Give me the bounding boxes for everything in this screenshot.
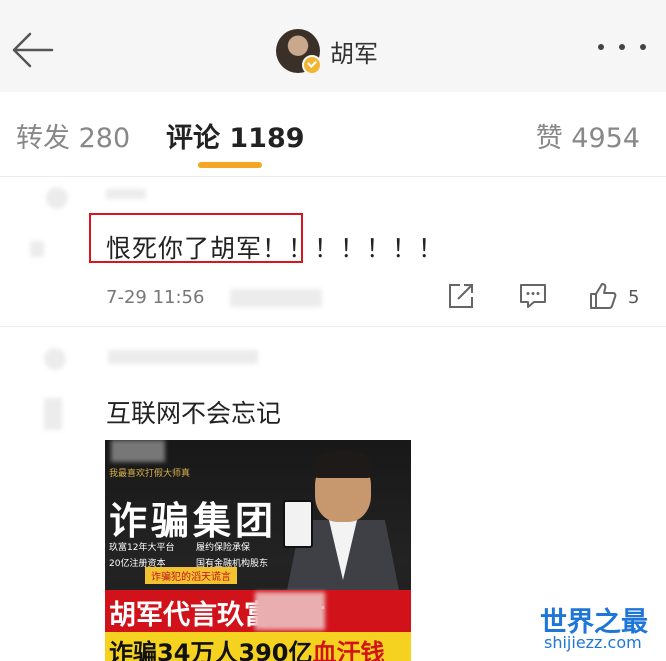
blurred-mark [44, 398, 62, 430]
blurred-username [108, 350, 258, 364]
comment-item: 恨死你了胡军！！！！！！！ 7-29 11:56 5 [0, 177, 666, 327]
tab-likes[interactable]: 赞 4954 [536, 116, 640, 155]
phone-icon [283, 500, 313, 548]
like-count: 5 [628, 287, 640, 308]
tab-repost[interactable]: 转发 280 [16, 116, 130, 155]
blurred-region [255, 592, 325, 630]
ad-sub-line: 诈骗34万人390亿血汗钱 [109, 633, 385, 661]
active-tab-indicator [198, 162, 262, 168]
ad-headline: 诈骗集团 [109, 498, 278, 543]
share-icon[interactable] [446, 281, 476, 311]
divider [0, 326, 666, 327]
ad-strip: 诈骗犯的滔天谎言 [145, 567, 237, 584]
top-bar: 胡军 [0, 0, 666, 93]
blurred-location [230, 289, 322, 307]
ad-bullet: 玖富12年大平台 [109, 543, 175, 553]
person-hair [313, 450, 373, 478]
tab-comments[interactable]: 评论 1189 [166, 116, 305, 155]
comment-time: 7-29 11:56 [106, 287, 205, 308]
verified-badge-icon [302, 55, 322, 75]
watermark: 世界之最 shijiezz.com [540, 600, 660, 655]
ad-sub-black: 诈骗34万人390亿 [109, 639, 313, 661]
blurred-avatar [46, 187, 68, 209]
profile-header[interactable]: 胡军 [276, 28, 378, 75]
highlight-box [89, 213, 303, 263]
ad-bullet: 履约保险承保 [196, 543, 251, 553]
ad-top-text: 我最喜欢打假大师真 [109, 469, 191, 479]
ad-sub-red: 血汗钱 [312, 639, 385, 661]
thumbs-up-icon[interactable] [588, 281, 618, 311]
attached-image[interactable]: 我最喜欢打假大师真 诈骗集团 玖富12年大平台 履约保险承保 20亿注册资本 国… [105, 440, 411, 661]
blurred-mark [30, 241, 44, 257]
comment-icon[interactable] [518, 281, 548, 311]
blurred-avatar [44, 348, 66, 370]
blurred-corner [111, 440, 165, 462]
ad-bullets: 玖富12年大平台 履约保险承保 20亿注册资本 国有金融机构股东 [109, 540, 279, 569]
page-title: 胡军 [330, 39, 378, 68]
more-dots-icon[interactable] [598, 44, 646, 56]
watermark-sub: shijiezz.com [544, 633, 642, 652]
blurred-username [106, 189, 146, 199]
arrow-left-icon[interactable] [8, 28, 56, 72]
avatar[interactable] [276, 29, 322, 75]
comment-text: 互联网不会忘记 [106, 399, 282, 428]
tab-bar: 转发 280 评论 1189 赞 4954 [0, 92, 666, 177]
